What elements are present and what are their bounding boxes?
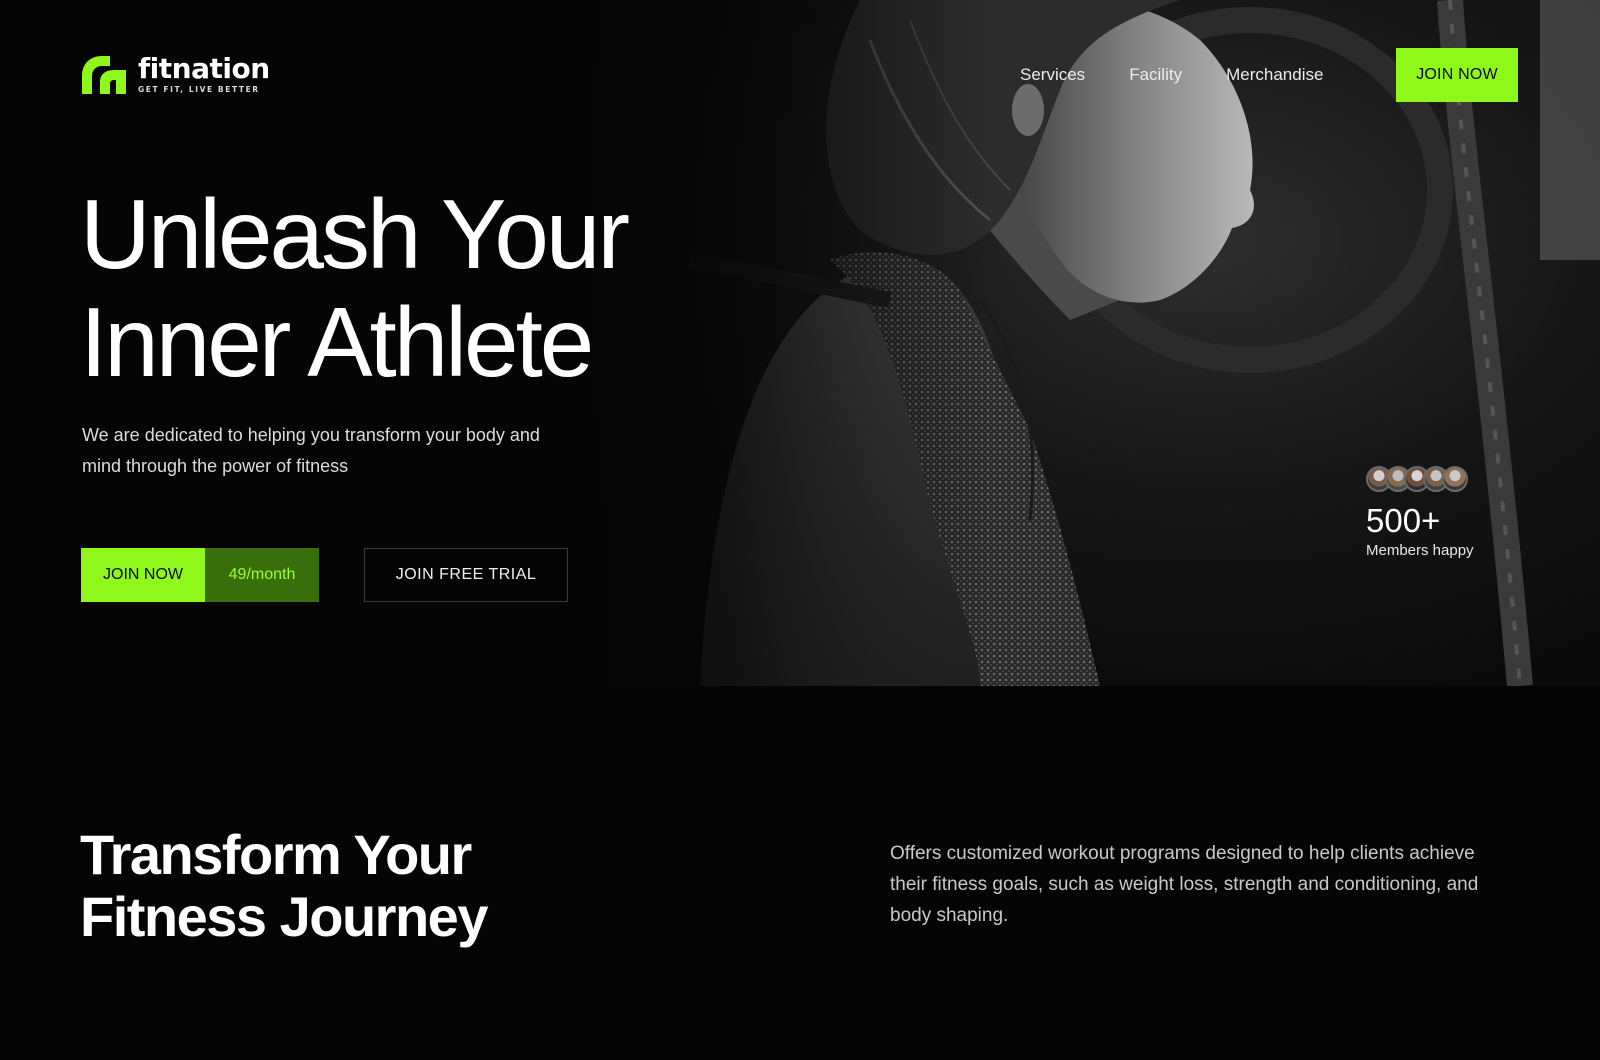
hero-headline-line-2: Inner Athlete (80, 287, 594, 397)
member-avatars (1366, 466, 1474, 492)
hero-headline-line-1: Unleash Your (80, 179, 630, 289)
fitnation-logo-icon (82, 56, 126, 94)
nav-item-merchandise[interactable]: Merchandise (1226, 63, 1323, 87)
hero-join-now-label[interactable]: JOIN NOW (81, 548, 205, 602)
section-title: Transform Your Fitness Journey (80, 823, 488, 948)
main-nav: Services Facility Merchandise (1020, 63, 1323, 87)
brand-tagline: GET FIT, LIVE BETTER (138, 84, 260, 94)
members-label: Members happy (1366, 542, 1474, 559)
logo-text: fitnation GET FIT, LIVE BETTER (138, 51, 270, 94)
join-now-pricing-button[interactable]: JOIN NOW 49/month (81, 548, 319, 602)
avatar (1442, 466, 1468, 492)
section-title-line-1: Transform Your (80, 823, 472, 886)
section-title-line-2: Fitness Journey (80, 885, 488, 948)
members-count: 500+ (1366, 502, 1441, 539)
join-free-trial-button[interactable]: JOIN FREE TRIAL (364, 548, 568, 602)
brand-logo[interactable]: fitnation GET FIT, LIVE BETTER (80, 52, 270, 96)
members-stat: 500+ Members happy (1366, 466, 1474, 559)
nav-item-services[interactable]: Services (1020, 63, 1085, 87)
hero-price-label[interactable]: 49/month (205, 548, 319, 602)
hero-headline: Unleash Your Inner Athlete (80, 179, 630, 397)
nav-item-facility[interactable]: Facility (1129, 63, 1182, 87)
nav-join-now-button[interactable]: JOIN NOW (1396, 48, 1518, 102)
section-description: Offers customized workout programs desig… (890, 843, 1479, 926)
hero-subtext: We are dedicated to helping you transfor… (82, 425, 540, 476)
brand-name: fitnation (138, 51, 270, 85)
